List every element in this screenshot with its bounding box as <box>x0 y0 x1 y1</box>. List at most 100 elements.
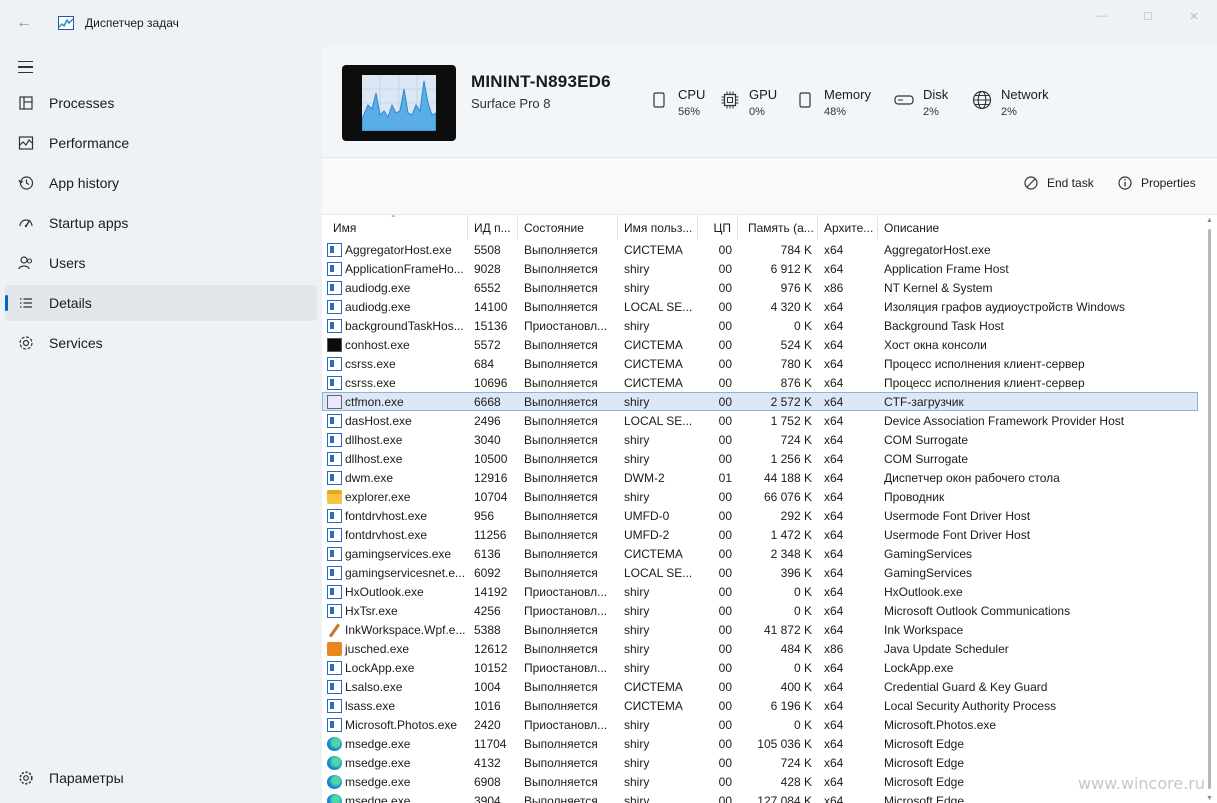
cell-memory: 6 196 K <box>770 698 812 713</box>
scroll-up-icon[interactable]: ▲ <box>1206 217 1213 224</box>
table-row[interactable]: explorer.exe 10704 Выполняется shiry 00 66 07… <box>322 487 1217 506</box>
cell-pid: 4256 <box>474 603 501 618</box>
sidebar-item-details[interactable]: Details <box>5 285 317 321</box>
cell-memory: 724 K <box>780 755 812 770</box>
table-row[interactable]: msedge.exe 11704 Выполняется shiry 00 105 036… <box>322 734 1217 753</box>
metric-memory[interactable]: Memory 48% <box>794 87 871 119</box>
table-row[interactable]: gamingservicesnet.e... 6092 Выполняется LOC… <box>322 563 1217 582</box>
table-row[interactable]: jusched.exe 12612 Выполняется shiry 00 484 K x… <box>322 639 1217 658</box>
cell-memory: 2 572 K <box>770 394 812 409</box>
table-row[interactable]: fontdrvhost.exe 956 Выполняется UMFD-0 00 292… <box>322 506 1217 525</box>
scroll-down-icon[interactable]: ▼ <box>1206 795 1213 802</box>
table-row[interactable]: ctfmon.exe 6668 Выполняется shiry 00 2 572 K x… <box>322 392 1198 411</box>
vertical-scrollbar[interactable]: ▲ ▼ <box>1206 215 1213 803</box>
minimize-icon: — <box>1096 10 1108 22</box>
scrollbar-thumb[interactable] <box>1208 229 1211 789</box>
process-name: dasHost.exe <box>345 413 412 428</box>
cell-memory: 876 K <box>780 375 812 390</box>
pen-icon <box>327 623 342 637</box>
metric-gpu[interactable]: GPU 0% <box>719 87 777 119</box>
table-row[interactable]: AggregatorHost.exe 5508 Выполняется СИСТЕМА… <box>322 240 1217 259</box>
cell-memory: 0 K <box>793 603 812 618</box>
cell-memory: 6 912 K <box>770 261 812 276</box>
cell-memory: 780 K <box>780 356 812 371</box>
table-row[interactable]: dasHost.exe 2496 Выполняется LOCAL SE... 00 1… <box>322 411 1217 430</box>
table-row[interactable]: HxOutlook.exe 14192 Приостановл... shiry 00 0… <box>322 582 1217 601</box>
sidebar-item-app-history[interactable]: App history <box>5 165 317 201</box>
table-row[interactable]: audiodg.exe 6552 Выполняется shiry 00 976 K x8… <box>322 278 1217 297</box>
table-row[interactable]: dwm.exe 12916 Выполняется DWM-2 01 44 188 K x6… <box>322 468 1217 487</box>
table-row[interactable]: Lsalso.exe 1004 Выполняется СИСТЕМА 00 400 K x… <box>322 677 1217 696</box>
cell-name: msedge.exe <box>322 734 468 753</box>
table-row[interactable]: msedge.exe 4132 Выполняется shiry 00 724 K x64… <box>322 753 1217 772</box>
process-name: msedge.exe <box>345 736 411 751</box>
cell-name: lsass.exe <box>322 696 468 715</box>
column-header-pid[interactable]: ИД п... <box>468 215 518 240</box>
sidebar-item-label: Services <box>49 335 103 351</box>
table-row[interactable]: audiodg.exe 14100 Выполняется LOCAL SE... 00… <box>322 297 1217 316</box>
sidebar-item-processes[interactable]: Processes <box>5 85 317 121</box>
table-row[interactable]: HxTsr.exe 4256 Приостановл... shiry 00 0 K x64… <box>322 601 1217 620</box>
cell-name: msedge.exe <box>322 753 468 772</box>
back-button[interactable]: ← <box>0 0 48 46</box>
sidebar-item-services[interactable]: Services <box>5 325 317 361</box>
cell-cpu: 00 <box>718 318 732 333</box>
cell-cpu: 00 <box>718 679 732 694</box>
properties-button[interactable]: Properties <box>1118 176 1196 190</box>
metric-name: GPU <box>749 87 778 102</box>
column-header-cpu[interactable]: ЦП <box>698 215 738 240</box>
sidebar-item-startup-apps[interactable]: Startup apps <box>5 205 317 241</box>
cell-pid: 6908 <box>474 774 501 789</box>
table-row[interactable]: ApplicationFrameHo... 9028 Выполняется shir… <box>322 259 1217 278</box>
table-row[interactable]: gamingservices.exe 6136 Выполняется СИСТЕМА… <box>322 544 1217 563</box>
metric-cpu[interactable]: CPU 56% <box>648 87 705 119</box>
column-header-status[interactable]: Состояние <box>518 215 618 240</box>
metric-network[interactable]: Network 2% <box>971 87 1049 119</box>
close-button[interactable]: ✕ <box>1171 0 1217 32</box>
table-row[interactable]: lsass.exe 1016 Выполняется СИСТЕМА 00 6 196 K… <box>322 696 1217 715</box>
minimize-button[interactable]: — <box>1079 0 1125 32</box>
table-row[interactable]: csrss.exe 10696 Выполняется СИСТЕМА 00 876 K x… <box>322 373 1217 392</box>
end-task-button[interactable]: End task <box>1024 176 1094 190</box>
cell-cpu: 00 <box>718 299 732 314</box>
cell-cpu: 00 <box>718 527 732 542</box>
cell-architecture: x64 <box>824 356 844 371</box>
info-icon <box>1118 176 1132 190</box>
cell-cpu: 00 <box>718 793 732 803</box>
sidebar-item-users[interactable]: Users <box>5 245 317 281</box>
details-table: ⌃ Имя ИД п... Состояние Имя польз... ЦП … <box>322 214 1217 803</box>
hamburger-menu-icon[interactable] <box>12 54 40 80</box>
table-row[interactable]: InkWorkspace.Wpf.e... 5388 Выполняется shir… <box>322 620 1217 639</box>
cell-status: Приостановл... <box>524 660 608 675</box>
maximize-button[interactable]: ☐ <box>1125 0 1171 32</box>
cell-memory: 784 K <box>780 242 812 257</box>
process-name: msedge.exe <box>345 793 411 803</box>
metric-disk[interactable]: Disk 2% <box>893 87 948 119</box>
sidebar-item-label: App history <box>49 175 120 191</box>
column-header-description[interactable]: Описание <box>878 215 1198 240</box>
cell-memory: 44 188 K <box>763 470 812 485</box>
metric-value: 48% <box>824 106 847 118</box>
process-icon <box>327 565 342 580</box>
table-row[interactable]: dllhost.exe 10500 Выполняется shiry 00 1 256 … <box>322 449 1217 468</box>
folder-icon <box>327 489 342 504</box>
sidebar-item-performance[interactable]: Performance <box>5 125 317 161</box>
table-row[interactable]: fontdrvhost.exe 11256 Выполняется UMFD-2 00 1… <box>322 525 1217 544</box>
cell-name: audiodg.exe <box>322 297 468 316</box>
cell-memory: 396 K <box>780 565 812 580</box>
cell-cpu: 00 <box>718 356 732 371</box>
table-row[interactable]: LockApp.exe 10152 Приостановл... shiry 00 0 K… <box>322 658 1217 677</box>
cell-memory: 41 872 K <box>763 622 812 637</box>
column-header-memory[interactable]: Память (а... <box>738 215 818 240</box>
column-header-user[interactable]: Имя польз... <box>618 215 698 240</box>
table-row[interactable]: csrss.exe 684 Выполняется СИСТЕМА 00 780 K x64… <box>322 354 1217 373</box>
table-row[interactable]: dllhost.exe 3040 Выполняется shiry 00 724 K x6… <box>322 430 1217 449</box>
column-header-architecture[interactable]: Архите... <box>818 215 878 240</box>
cell-cpu: 00 <box>718 584 732 599</box>
table-row[interactable]: conhost.exe 5572 Выполняется СИСТЕМА 00 524 K… <box>322 335 1217 354</box>
table-row[interactable]: backgroundTaskHos... 15136 Приостановл... s… <box>322 316 1217 335</box>
table-row[interactable]: Microsoft.Photos.exe 2420 Приостановл... sh… <box>322 715 1217 734</box>
cell-architecture: x64 <box>824 755 844 770</box>
cell-cpu: 00 <box>718 546 732 561</box>
settings-button[interactable]: Параметры <box>5 760 317 796</box>
